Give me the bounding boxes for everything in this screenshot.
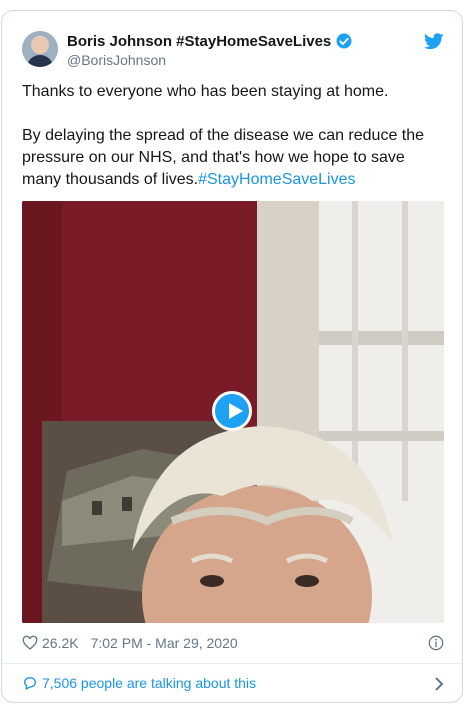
- video-media[interactable]: [22, 201, 444, 623]
- tweet-text-line-1: Thanks to everyone who has been staying …: [22, 83, 389, 100]
- conversation-link[interactable]: 7,506 people are talking about this: [22, 675, 444, 691]
- tweet-timestamp[interactable]: 7:02 PM - Mar 29, 2020: [91, 635, 238, 651]
- verified-badge-icon: [336, 33, 352, 49]
- heart-icon[interactable]: [22, 635, 38, 651]
- info-icon[interactable]: [428, 635, 444, 651]
- chevron-right-icon[interactable]: [434, 677, 444, 691]
- tweet-card: Boris Johnson #StayHomeSaveLives @BorisJ…: [1, 10, 463, 703]
- tweet-text: Thanks to everyone who has been staying …: [22, 81, 442, 191]
- hashtag-link[interactable]: #StayHomeSaveLives: [198, 171, 355, 188]
- twitter-bird-icon[interactable]: [424, 33, 444, 50]
- divider: [2, 663, 462, 664]
- speech-bubble-icon: [24, 677, 36, 690]
- like-count[interactable]: 26.2K: [42, 635, 79, 651]
- conversation-label[interactable]: 7,506 people are talking about this: [42, 675, 256, 691]
- author-handle[interactable]: @BorisJohnson: [67, 52, 166, 68]
- author-avatar[interactable]: [22, 31, 58, 67]
- author-name[interactable]: Boris Johnson #StayHomeSaveLives: [67, 33, 331, 50]
- tweet-text-line-2: By delaying the spread of the disease we…: [22, 125, 442, 191]
- play-button[interactable]: [212, 391, 252, 431]
